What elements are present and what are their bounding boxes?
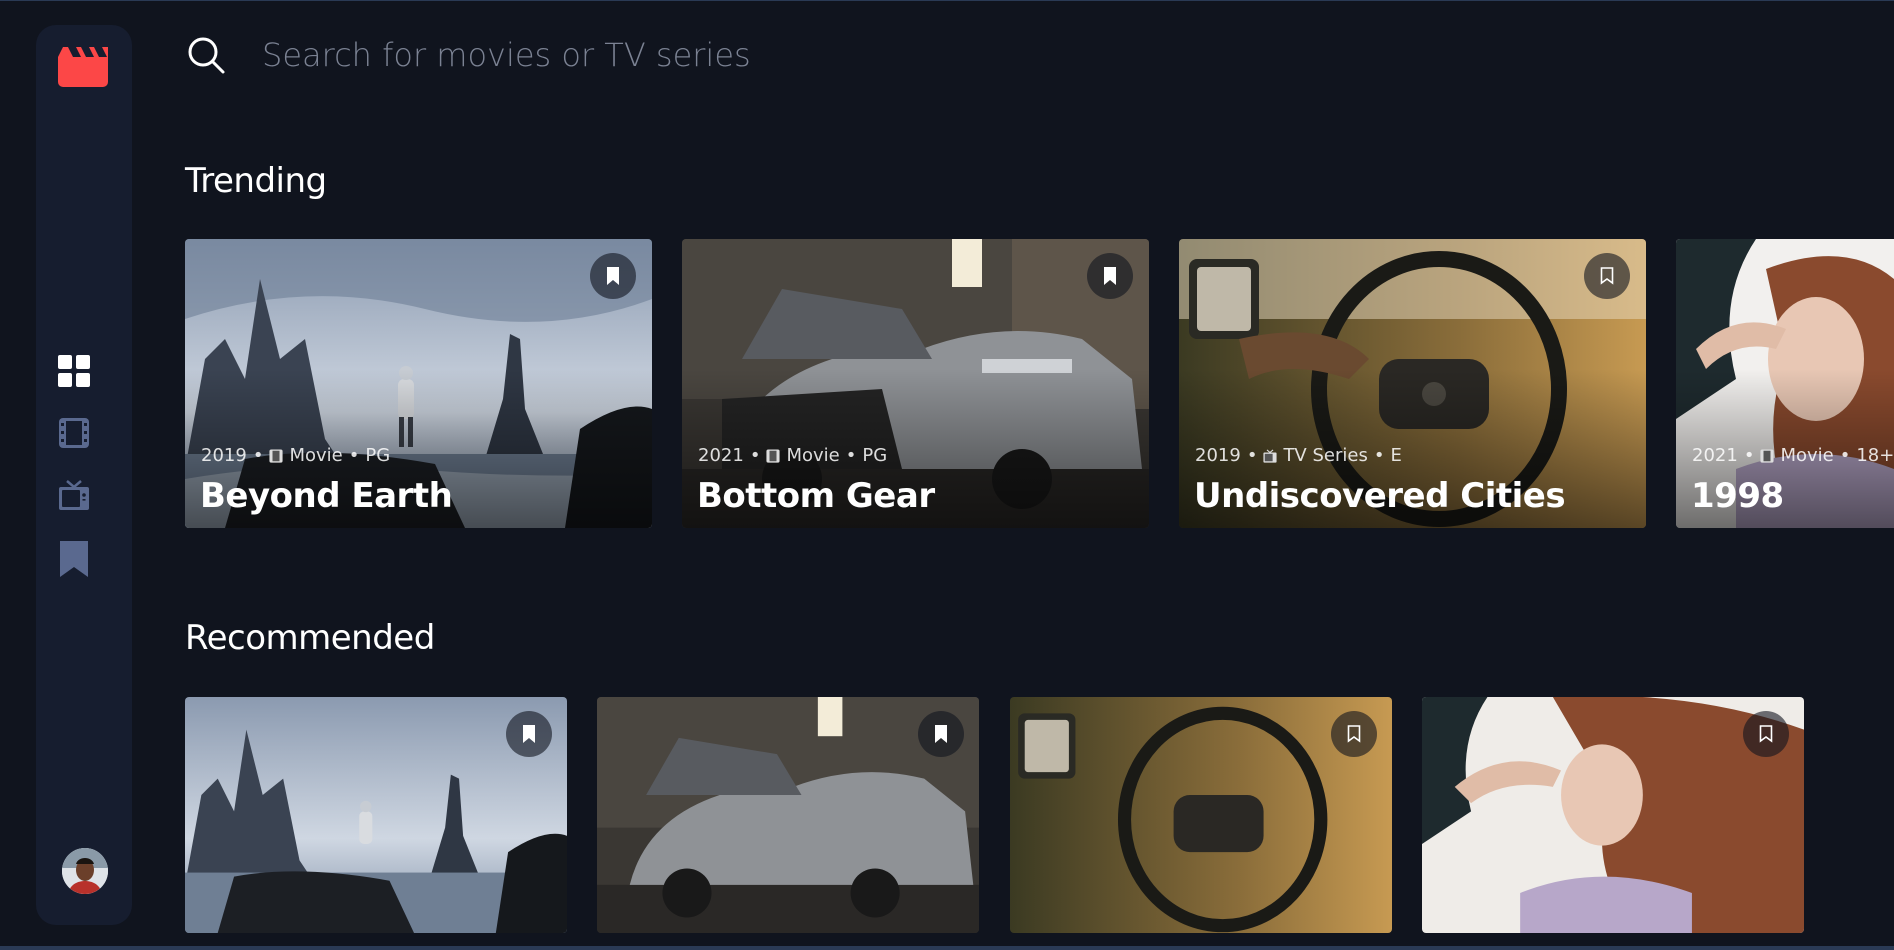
card-rating: E [1390, 445, 1402, 466]
bookmark-button[interactable] [590, 253, 636, 299]
card-meta: 2021 • Movie • 18+ [1692, 445, 1894, 466]
recommended-card[interactable] [1010, 697, 1392, 933]
logo-icon[interactable] [58, 47, 108, 87]
section-title-recommended: Recommended [185, 618, 435, 658]
avatar-image [62, 848, 108, 894]
tv-icon [1263, 448, 1277, 463]
nav-movies[interactable] [58, 417, 90, 449]
card-category: Movie [1780, 445, 1834, 466]
nav-bookmarks[interactable] [58, 541, 90, 577]
bookmark-button[interactable] [918, 711, 964, 757]
film-icon [59, 418, 89, 448]
bookmark-empty-icon [1759, 725, 1773, 743]
bookmark-button[interactable] [506, 711, 552, 757]
bookmark-full-icon [935, 725, 947, 743]
card-rating: PG [862, 445, 888, 466]
card-category: TV Series [1283, 445, 1368, 466]
bookmark-full-icon [1104, 267, 1116, 285]
tv-icon [59, 480, 89, 510]
bookmark-full-icon [523, 725, 535, 743]
bookmark-button[interactable] [1743, 711, 1789, 757]
trending-card[interactable]: 2021 • Movie • PG Bottom Gear [682, 239, 1149, 528]
card-category: Movie [786, 445, 840, 466]
card-title: Undiscovered Cities [1194, 476, 1566, 516]
card-year: 2021 [1692, 445, 1738, 466]
window-bottom-border [0, 946, 1894, 950]
trending-card[interactable]: 2021 • Movie • 18+ 1998 [1676, 239, 1894, 528]
bookmark-button[interactable] [1087, 253, 1133, 299]
bookmark-full-icon [607, 267, 619, 285]
recommended-card[interactable] [1422, 697, 1804, 933]
film-icon [766, 448, 780, 463]
search-bar [186, 31, 1086, 79]
search-icon[interactable] [186, 35, 226, 75]
bookmark-icon [60, 541, 88, 577]
card-meta: 2021 • Movie • PG [698, 445, 888, 466]
card-title: Bottom Gear [697, 476, 935, 516]
trending-card[interactable]: 2019 • Movie • PG Beyond Earth [185, 239, 652, 528]
avatar[interactable] [62, 848, 108, 894]
grid-icon [58, 355, 90, 387]
card-year: 2019 [201, 445, 247, 466]
bookmark-empty-icon [1600, 267, 1614, 285]
bookmark-empty-icon [1347, 725, 1361, 743]
nav-tv[interactable] [58, 479, 90, 511]
film-icon [1760, 448, 1774, 463]
card-meta: 2019 • TV Series • E [1195, 445, 1402, 466]
bookmark-button[interactable] [1331, 711, 1377, 757]
section-title-trending: Trending [185, 161, 327, 201]
card-category: Movie [289, 445, 343, 466]
card-meta: 2019 • Movie • PG [201, 445, 391, 466]
recommended-card[interactable] [185, 697, 567, 933]
card-title: 1998 [1691, 476, 1784, 516]
trending-card[interactable]: 2019 • TV Series • E Undiscovered Cities [1179, 239, 1646, 528]
search-input[interactable] [262, 31, 1062, 79]
nav-home[interactable] [58, 355, 90, 387]
card-rating: PG [365, 445, 391, 466]
film-icon [269, 448, 283, 463]
card-title: Beyond Earth [200, 476, 453, 516]
card-year: 2019 [1195, 445, 1241, 466]
recommended-card[interactable] [597, 697, 979, 933]
card-year: 2021 [698, 445, 744, 466]
bookmark-button[interactable] [1584, 253, 1630, 299]
card-rating: 18+ [1856, 445, 1894, 466]
sidebar [36, 25, 132, 925]
